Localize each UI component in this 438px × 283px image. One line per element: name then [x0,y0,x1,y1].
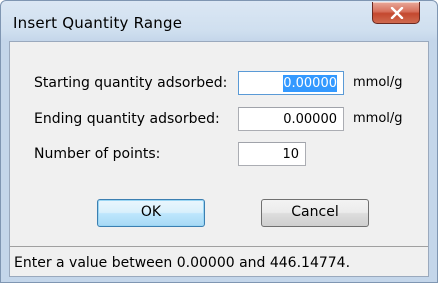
ending-quantity-input[interactable]: 0.00000 [238,107,344,131]
dialog-client-area: Starting quantity adsorbed: 0.00000 mmol… [9,41,429,277]
number-of-points-label: Number of points: [34,146,161,162]
starting-quantity-input[interactable]: 0.00000 [238,71,344,95]
title-bar[interactable]: Insert Quantity Range [1,1,437,41]
starting-quantity-label: Starting quantity adsorbed: [34,75,228,91]
ending-quantity-unit: mmol/g [353,111,403,126]
starting-quantity-unit: mmol/g [353,75,403,90]
window-title: Insert Quantity Range [13,14,183,32]
ending-quantity-label: Ending quantity adsorbed: [34,111,220,127]
status-message: Enter a value between 0.00000 and 446.14… [14,255,351,271]
dialog-window: Insert Quantity Range Starting quantity … [0,0,438,283]
ok-button[interactable]: OK [97,199,205,227]
number-of-points-input[interactable]: 10 [238,142,306,166]
close-icon [390,7,404,19]
status-bar: Enter a value between 0.00000 and 446.14… [10,246,428,276]
cancel-button[interactable]: Cancel [261,199,369,227]
close-button[interactable] [372,2,420,24]
starting-quantity-value: 0.00000 [283,75,337,92]
